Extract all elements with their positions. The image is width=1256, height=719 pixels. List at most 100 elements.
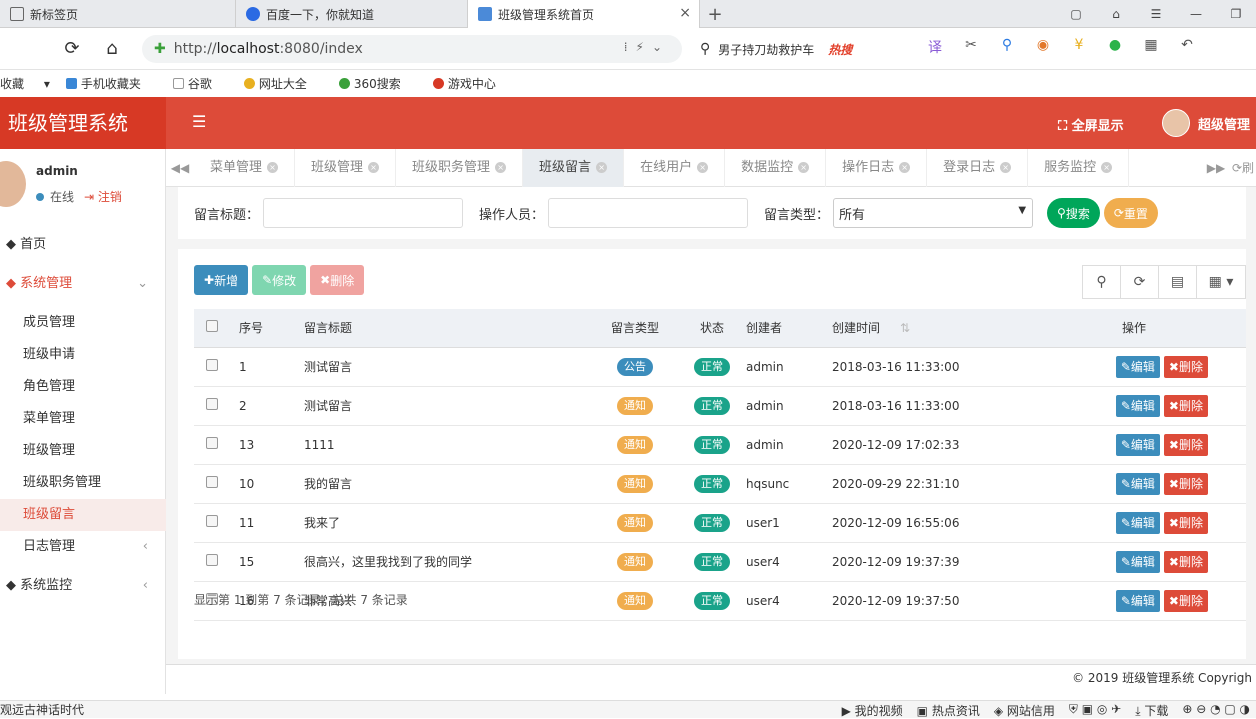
status-tools-icon[interactable]: ⛨ ▣ ◎ ✈ (1069, 702, 1121, 719)
hot-news-link[interactable]: ▣ 热点资讯 (917, 702, 980, 719)
browser-tab-active[interactable]: 班级管理系统首页 × (468, 0, 700, 28)
tab-login-log[interactable]: 登录日志 × (927, 148, 1029, 187)
columns-icon[interactable]: ▤ (1158, 265, 1197, 299)
sidebar-group-monitor[interactable]: ◆ 系统监控 ‹ (0, 563, 166, 609)
bookmark-mobile[interactable]: 手机收藏夹 (65, 75, 157, 92)
table-row[interactable]: 13 1111 通知 正常 admin 2020-12-09 17:02:33 ✎编辑 ✖删除 (194, 425, 1246, 465)
row-edit-button[interactable]: ✎编辑 (1115, 589, 1160, 612)
browser-tab-baidu[interactable]: 百度一下，你就知道 (236, 0, 468, 28)
sidebar-item-class-posts[interactable]: 班级职务管理 (0, 467, 166, 499)
row-delete-button[interactable]: ✖删除 (1163, 511, 1208, 534)
row-checkbox[interactable] (206, 476, 218, 488)
row-delete-button[interactable]: ✖删除 (1163, 394, 1208, 417)
bookmark-favorites[interactable]: 收藏 ▾ (0, 75, 50, 92)
my-video-link[interactable]: ▶ 我的视频 (842, 702, 903, 719)
sidebar-group-system[interactable]: ◆ 系统管理 ⌄ (0, 261, 166, 307)
tabs-refresh[interactable]: ⟳刷 (1230, 159, 1256, 176)
game-icon[interactable]: ◉ (1030, 37, 1056, 59)
reload-icon[interactable]: ⟳ (52, 38, 92, 59)
sort-icon[interactable]: ⇅ (900, 321, 910, 335)
select-all-checkbox[interactable] (206, 320, 218, 333)
download-link[interactable]: ⤓ 下载 (1135, 702, 1168, 719)
col-status[interactable]: 状态 (678, 309, 746, 348)
close-icon[interactable]: × (368, 161, 380, 173)
type-select[interactable]: 所有 ▼ (833, 198, 1034, 228)
tab-class-mgmt[interactable]: 班级管理 × (295, 148, 397, 187)
close-icon[interactable]: × (697, 161, 709, 173)
refresh-icon[interactable]: ⟳ (1120, 265, 1159, 299)
tab-data-monitor[interactable]: 数据监控 × (725, 148, 827, 187)
add-button[interactable]: ✚ 新增 (194, 265, 249, 295)
translate-icon[interactable]: 译 (922, 37, 948, 59)
tabs-next-icon[interactable]: ▶▶ (1202, 161, 1230, 175)
menu-icon[interactable]: ☰ (1136, 7, 1176, 21)
row-checkbox[interactable] (206, 515, 218, 527)
bookmark-games[interactable]: 游戏中心 (432, 75, 512, 92)
table-row[interactable]: 1 测试留言 公告 正常 admin 2018-03-16 11:33:00 ✎编辑 ✖删除 (194, 347, 1246, 387)
sidebar-item-roles[interactable]: 角色管理 (0, 371, 166, 403)
table-row[interactable]: 10 我的留言 通知 正常 hqsunc 2020-09-29 22:31:10 ✎编辑 ✖删… (194, 464, 1246, 504)
col-type[interactable]: 留言类型 (592, 309, 678, 348)
close-icon[interactable]: × (267, 161, 279, 173)
title-input[interactable] (263, 198, 464, 228)
bookmark-google[interactable]: 谷歌 (172, 75, 228, 92)
row-delete-button[interactable]: ✖删除 (1163, 550, 1208, 573)
grid-icon[interactable]: ▦ (1138, 37, 1164, 59)
undo-icon[interactable]: ↶ (1174, 37, 1200, 59)
scissors-icon[interactable]: ✂ (958, 37, 984, 59)
close-tab-icon[interactable]: × (679, 5, 691, 21)
close-icon[interactable]: × (1101, 161, 1113, 173)
table-row[interactable]: 2 测试留言 通知 正常 admin 2018-03-16 11:33:00 ✎编辑 ✖删除 (194, 386, 1246, 426)
restore-icon[interactable]: ❐ (1216, 7, 1256, 21)
tab-online-users[interactable]: 在线用户 × (624, 148, 726, 187)
reset-button[interactable]: ⟳ 重置 (1103, 198, 1158, 228)
tab-class-post-mgmt[interactable]: 班级职务管理 × (396, 148, 524, 187)
fullscreen-button[interactable]: ⛶ 全屏显示 (1058, 115, 1124, 134)
close-icon[interactable]: × (495, 161, 507, 173)
status-left-text[interactable]: 观远古神话时代 (0, 701, 84, 718)
row-edit-button[interactable]: ✎编辑 (1115, 433, 1160, 456)
row-checkbox[interactable] (206, 554, 218, 566)
row-checkbox[interactable] (206, 437, 218, 449)
row-edit-button[interactable]: ✎编辑 (1115, 394, 1160, 417)
sidebar-item-menus[interactable]: 菜单管理 (0, 403, 166, 435)
row-checkbox[interactable] (206, 398, 218, 410)
row-edit-button[interactable]: ✎编辑 (1115, 472, 1160, 495)
row-edit-button[interactable]: ✎编辑 (1115, 511, 1160, 534)
delete-button[interactable]: ✖ 删除 (310, 265, 365, 295)
tab-oper-log[interactable]: 操作日志 × (826, 148, 928, 187)
close-icon[interactable]: × (1000, 161, 1012, 173)
search-icon[interactable]: ⚲ (1082, 265, 1121, 299)
row-checkbox[interactable] (206, 359, 218, 371)
operator-input[interactable] (548, 198, 749, 228)
sidebar-item-members[interactable]: 成员管理 (0, 307, 166, 339)
bookmark-directory[interactable]: 网址大全 (243, 75, 323, 92)
tab-menu-mgmt[interactable]: 菜单管理 × (194, 148, 296, 187)
search-button[interactable]: ⚲ 搜索 (1047, 198, 1100, 228)
close-icon[interactable]: × (899, 161, 911, 173)
magnifier-icon[interactable]: ⚲ (994, 37, 1020, 59)
logout-link[interactable]: ⇥ 注销 (84, 190, 122, 204)
export-grid-icon[interactable]: ▦ ▾ (1196, 265, 1246, 299)
row-delete-button[interactable]: ✖删除 (1163, 433, 1208, 456)
sidebar-item-class-messages[interactable]: 班级留言 (0, 499, 166, 531)
col-id[interactable]: 序号 (228, 309, 294, 348)
tab-count-icon[interactable]: ▢ (1056, 7, 1096, 21)
browser-tab-newtab[interactable]: 新标签页 (0, 0, 236, 28)
edit-button[interactable]: ✎ 修改 (252, 265, 307, 295)
row-delete-button[interactable]: ✖删除 (1163, 589, 1208, 612)
tab-server-monitor[interactable]: 服务监控 × (1028, 148, 1130, 187)
tab-class-messages[interactable]: 班级留言 × (523, 148, 625, 187)
url-actions-icon[interactable]: ⁞⚡⌄ (624, 40, 670, 54)
coin-icon[interactable]: ¥ (1066, 37, 1092, 59)
bookmark-360[interactable]: 360搜索 (338, 75, 417, 92)
new-tab-button[interactable]: + (700, 0, 730, 28)
row-delete-button[interactable]: ✖删除 (1163, 472, 1208, 495)
sidebar-item-class-apply[interactable]: 班级申请 (0, 339, 166, 371)
row-edit-button[interactable]: ✎编辑 (1115, 550, 1160, 573)
user-menu[interactable]: 超级管理 (1162, 109, 1250, 137)
col-creator[interactable]: 创建者 (746, 309, 832, 348)
col-title[interactable]: 留言标题 (294, 309, 592, 348)
hamburger-icon[interactable]: ☰ (192, 112, 206, 131)
sidebar-item-logs[interactable]: 日志管理 ‹ (0, 531, 166, 563)
